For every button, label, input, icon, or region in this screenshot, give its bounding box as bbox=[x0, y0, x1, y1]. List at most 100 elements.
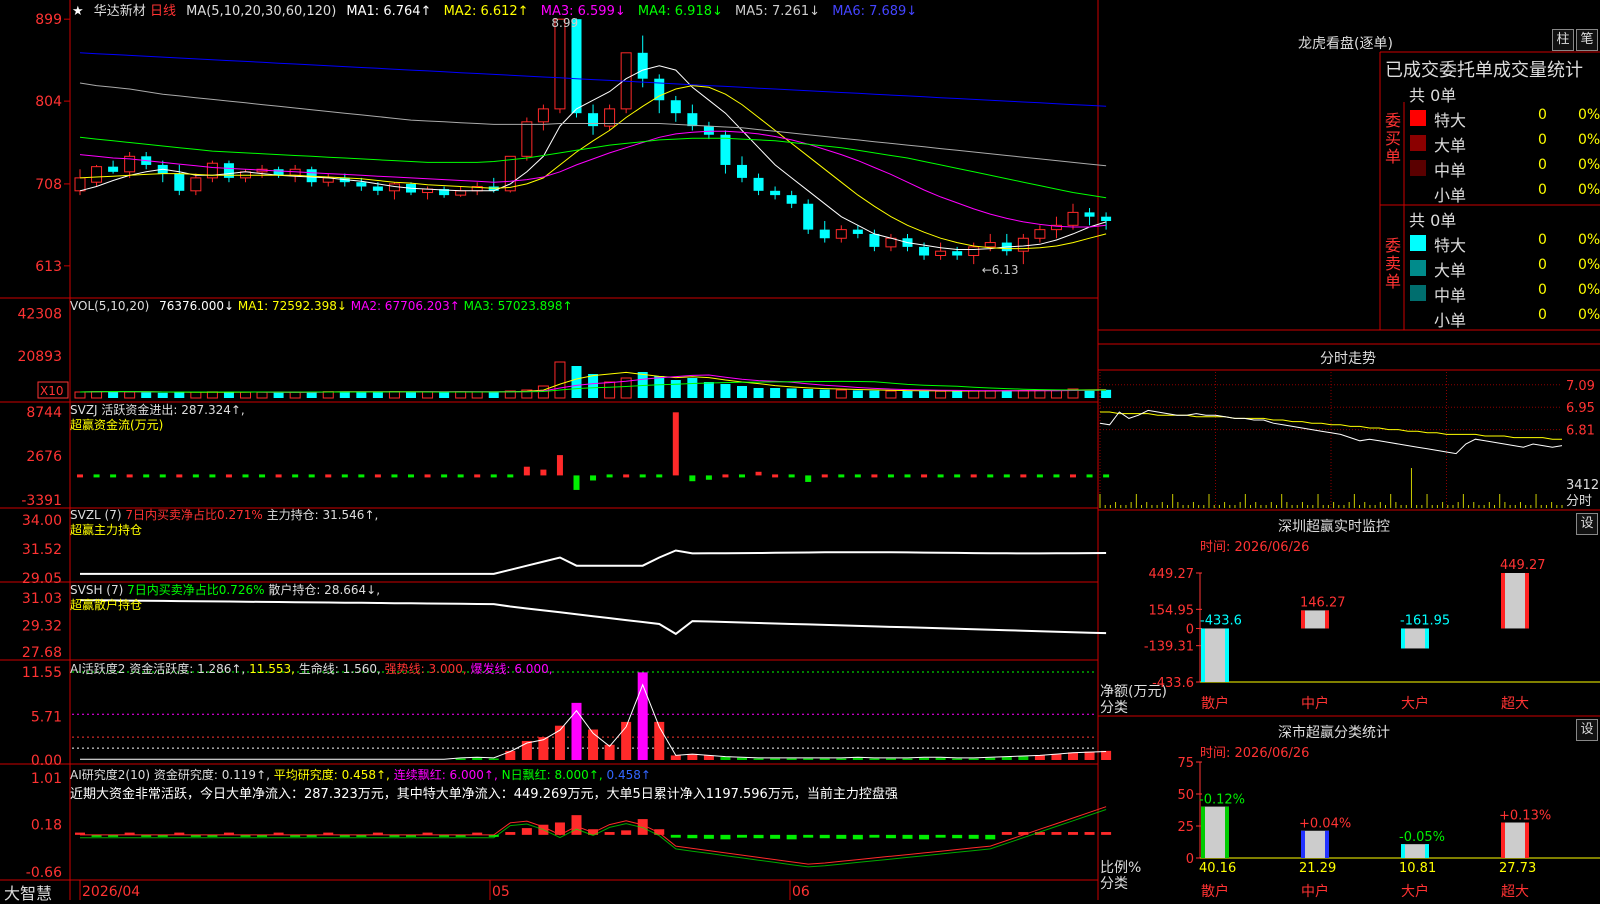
candle-body bbox=[174, 173, 185, 191]
svzj-flat-mark bbox=[1086, 474, 1093, 478]
ai-research-value: 资金研究度: 0.119↑, bbox=[153, 768, 270, 782]
ai-active-bar bbox=[753, 758, 764, 760]
volume-bar bbox=[488, 391, 499, 398]
price-annotation: ←6.13 bbox=[982, 263, 1019, 277]
svzj-flat-mark bbox=[970, 474, 977, 478]
ai-research-bar bbox=[1001, 832, 1012, 835]
sz-stats-bar bbox=[1301, 830, 1329, 858]
ai-active-axis-label: 11.55 bbox=[22, 665, 62, 681]
svsh-prefix: SVSH (7) bbox=[70, 583, 128, 597]
svzj-flat-mark bbox=[457, 474, 464, 478]
buy-category: 中单 bbox=[1434, 161, 1467, 180]
ai-active-bar bbox=[952, 758, 963, 760]
candle-body bbox=[1084, 212, 1095, 217]
volume-bar bbox=[471, 391, 483, 399]
volume-bar bbox=[720, 384, 731, 398]
ai-research-name: AI研究度2(10) bbox=[70, 768, 151, 782]
svzj-flat-mark bbox=[374, 474, 381, 478]
volume-header: VOL(5,10,20) 76376.000↓ MA1: 72592.398↓ … bbox=[70, 299, 573, 313]
ai-research-bar bbox=[687, 834, 698, 839]
ai-active-bar bbox=[720, 756, 731, 760]
ai-research-bar bbox=[803, 834, 814, 838]
ai-active-name: AI活跃度2 bbox=[70, 662, 126, 676]
ai-active-bar bbox=[1001, 756, 1012, 760]
candle-body bbox=[687, 113, 698, 127]
svzj-flat-mark bbox=[1036, 474, 1043, 478]
buy-swatch bbox=[1410, 135, 1426, 151]
volume-bar bbox=[141, 392, 152, 398]
candle-body bbox=[273, 169, 284, 176]
volume-bar bbox=[223, 392, 234, 398]
candle-body bbox=[637, 52, 648, 79]
sz-stats-settings-button[interactable]: 设 bbox=[1576, 719, 1598, 741]
buy-row-0: 特大 0 0% bbox=[1408, 107, 1600, 130]
ai-research-bar bbox=[1101, 832, 1112, 835]
vol-ma1: MA1: 72592.398↓ bbox=[237, 299, 347, 313]
ai-active-bar bbox=[902, 758, 913, 760]
sz-monitor-settings-button[interactable]: 设 bbox=[1576, 513, 1598, 535]
ai-research-axis-label: 1.01 bbox=[31, 771, 62, 787]
volume-bar bbox=[670, 380, 681, 398]
ai-active-bar bbox=[670, 755, 681, 760]
sz-stats-xlabel: 分类 bbox=[1100, 876, 1128, 892]
buy-side-label: 委买单 bbox=[1385, 111, 1402, 166]
sz-monitor-value-label: 146.27 bbox=[1300, 595, 1346, 610]
candle-body bbox=[869, 233, 880, 247]
ai-research-bar bbox=[968, 834, 979, 839]
sz-monitor-title: 深圳超赢实时监控 bbox=[1278, 519, 1390, 535]
svzl-axis-label: 31.52 bbox=[22, 542, 62, 558]
svzl-holding: 主力持仓: 31.546↑, bbox=[266, 508, 379, 522]
volume-axis-label: 42308 bbox=[17, 306, 62, 322]
ai-active-axis-label: 5.71 bbox=[31, 709, 62, 725]
ai-active-bar bbox=[554, 725, 565, 760]
ai-research-bar bbox=[885, 834, 896, 839]
candle-body bbox=[835, 229, 847, 239]
tick-view-button[interactable]: 笔 bbox=[1576, 29, 1598, 51]
svzj-flat-mark bbox=[325, 474, 332, 478]
sz-monitor-bar-edge bbox=[1401, 628, 1405, 649]
buy-swatch bbox=[1410, 110, 1426, 126]
volume-bar bbox=[322, 391, 334, 399]
candle-body bbox=[1101, 216, 1112, 221]
volume-bar bbox=[571, 366, 582, 398]
period-label[interactable]: 日线 bbox=[150, 4, 176, 19]
svzj-bar bbox=[556, 455, 563, 476]
ai-research-bar bbox=[902, 834, 913, 839]
ai-active-bar bbox=[836, 758, 847, 760]
svzj-bar bbox=[755, 471, 762, 476]
sz-stats-bar-edge bbox=[1301, 830, 1305, 858]
sell-swatch bbox=[1410, 310, 1426, 326]
ai-research-bar bbox=[604, 832, 615, 835]
svzj-flat-mark bbox=[954, 474, 961, 478]
favorite-star-icon[interactable]: ★ bbox=[72, 4, 84, 19]
sz-monitor-axis-label: 0 bbox=[1186, 622, 1194, 637]
sz-monitor-value-label: -161.95 bbox=[1400, 613, 1450, 628]
svsh-ratio: 7日内买卖净占比0.726% bbox=[127, 583, 265, 597]
sz-stats-title: 深市超赢分类统计 bbox=[1278, 725, 1390, 741]
ai-research-bar bbox=[919, 834, 930, 840]
ai-burst-line: 爆发线: 6.000, bbox=[470, 662, 553, 676]
svzj-flat-mark bbox=[490, 474, 497, 478]
bar-view-button[interactable]: 柱 bbox=[1552, 29, 1574, 51]
sell-total: 共 0单 bbox=[1409, 211, 1457, 230]
buy-row-2: 中单 0 0% bbox=[1408, 157, 1600, 180]
volume-bar bbox=[753, 388, 764, 398]
volume-bar bbox=[952, 390, 963, 398]
svsh-header: SVSH (7) 7日内买卖净占比0.726% 散户持仓: 28.664↓, 超… bbox=[70, 583, 380, 613]
ai-active-header: AI活跃度2 资金活跃度: 1.286↑, 11.553, 生命线: 1.560… bbox=[70, 660, 553, 677]
svzj-flat-mark bbox=[772, 474, 779, 478]
vol-ma3: MA3: 57023.898↑ bbox=[463, 299, 573, 313]
svzj-flat-mark bbox=[887, 474, 894, 478]
svzj-flat-mark bbox=[292, 474, 299, 478]
ai-research-bar bbox=[1051, 832, 1062, 835]
svzj-flat-mark bbox=[788, 474, 795, 478]
svsh-holding: 散户持仓: 28.664↓, bbox=[268, 583, 381, 597]
candle-body bbox=[91, 166, 103, 183]
sell-row-1: 大单 0 0% bbox=[1408, 257, 1600, 280]
dragon-subtitle: 已成交委托单成交量统计 bbox=[1385, 60, 1583, 81]
svzj-flat-mark bbox=[159, 474, 166, 478]
svzj-flat-mark bbox=[838, 474, 845, 478]
volume-axis-label: 20893 bbox=[17, 349, 62, 365]
svzl-axis-label: 34.00 bbox=[22, 513, 62, 529]
svsh-axis-label: 31.03 bbox=[22, 591, 62, 607]
